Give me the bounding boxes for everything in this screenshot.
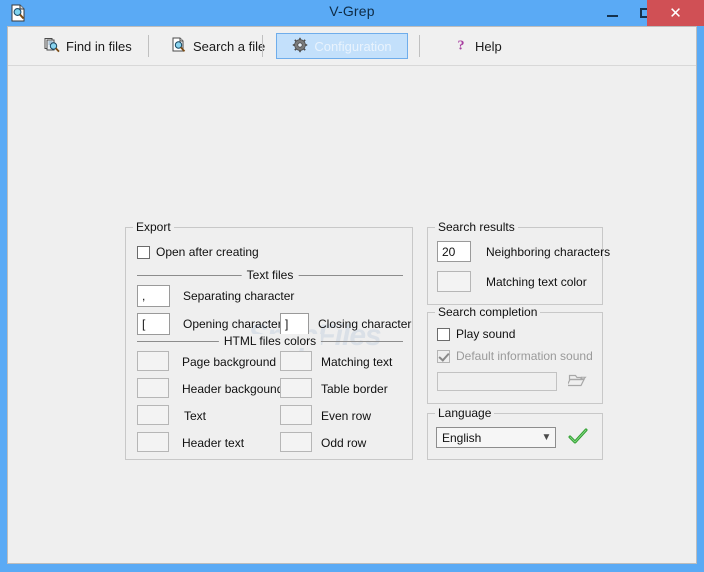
label-matching-text: Matching text (321, 355, 393, 369)
label-opening-character: Opening character (183, 317, 282, 331)
color-swatch-odd-row[interactable] (280, 432, 312, 452)
color-swatch-text[interactable] (137, 405, 169, 425)
group-search-results: Search results 20 Neighboring characters… (427, 220, 610, 305)
checkbox-default-information-sound: Default information sound (437, 349, 593, 363)
input-neighboring-characters[interactable]: 20 (437, 241, 471, 262)
group-title-search-completion: Search completion (435, 305, 541, 319)
label-odd-row: Odd row (321, 436, 367, 450)
color-swatch-header-background[interactable] (137, 378, 169, 398)
checkbox-open-after-creating[interactable]: Open after creating (137, 245, 259, 259)
checkbox-play-sound[interactable]: Play sound (437, 327, 515, 341)
caption-html-colors: HTML files colors (218, 334, 322, 348)
checkbox-box-play-sound (437, 327, 450, 341)
close-icon: ✕ (669, 4, 682, 22)
input-closing-character[interactable]: ] (280, 313, 309, 335)
label-header-text: Header text (182, 436, 245, 450)
label-table-border: Table border (321, 382, 388, 396)
green-check-icon[interactable] (568, 428, 588, 446)
input-separating-character[interactable]: , (137, 285, 170, 307)
group-title-language: Language (435, 406, 495, 420)
group-title-search-results: Search results (435, 220, 518, 234)
toolbar-divider-1 (148, 35, 149, 57)
toolbar-label-find-in-files: Find in files (66, 38, 132, 54)
minimize-icon (607, 15, 618, 17)
color-swatch-matching-text-color[interactable] (437, 271, 471, 292)
toolbar-divider-2 (262, 35, 263, 57)
toolbar-button-search-a-file[interactable]: Search a file (163, 33, 273, 59)
group-title-export: Export (133, 220, 174, 234)
label-separating-character: Separating character (183, 289, 295, 303)
color-swatch-even-row[interactable] (280, 405, 312, 425)
toolbar-label-search-a-file: Search a file (193, 38, 266, 54)
select-language[interactable]: English ▼ (436, 427, 556, 448)
toolbar-label-help: Help (475, 38, 502, 54)
question-mark-icon: ? (453, 37, 469, 56)
label-text: Text (184, 409, 207, 423)
search-file-icon (171, 37, 187, 56)
toolbar-label-configuration: Configuration (314, 38, 392, 54)
application-window: V-Grep ✕ Find in files Search a file Con… (0, 0, 704, 572)
color-swatch-page-background[interactable] (137, 351, 169, 371)
label-page-background: Page background (182, 355, 277, 369)
color-swatch-header-text[interactable] (137, 432, 169, 452)
group-export: Export Open after creating Text files , … (125, 220, 413, 460)
close-button[interactable]: ✕ (647, 0, 704, 26)
checkbox-label-play-sound: Play sound (456, 327, 516, 341)
checkbox-box-open-after-creating (137, 245, 150, 259)
checkbox-label-default-information-sound: Default information sound (456, 349, 593, 363)
input-sound-path (437, 372, 557, 391)
color-swatch-table-border[interactable] (280, 378, 312, 398)
toolbar: Find in files Search a file Configuratio… (8, 27, 696, 66)
label-neighboring-characters: Neighboring characters (486, 245, 611, 259)
caption-text-files: Text files (241, 268, 299, 282)
checkbox-box-default-information-sound (437, 349, 450, 363)
chevron-down-icon: ▼ (541, 432, 552, 443)
input-opening-character[interactable]: [ (137, 313, 170, 335)
toolbar-divider-3 (419, 35, 420, 57)
toolbar-button-configuration[interactable]: Configuration (276, 33, 408, 59)
client-area: Find in files Search a file Configuratio… (7, 26, 697, 564)
label-matching-text-color: Matching text color (486, 275, 587, 289)
minimize-button[interactable] (596, 0, 629, 26)
color-swatch-matching-text[interactable] (280, 351, 312, 371)
label-closing-character: Closing character (318, 317, 412, 331)
label-header-background: Header backgound (182, 382, 284, 396)
toolbar-button-find-in-files[interactable]: Find in files (36, 33, 140, 59)
select-language-value: English (442, 430, 482, 445)
label-even-row: Even row (321, 409, 372, 423)
title-bar: V-Grep ✕ (0, 0, 704, 26)
gear-icon (292, 37, 308, 56)
open-folder-icon (566, 372, 588, 389)
toolbar-button-help[interactable]: ? Help (445, 33, 510, 59)
find-in-files-icon (44, 37, 60, 56)
checkbox-label-open-after-creating: Open after creating (156, 245, 259, 259)
svg-text:?: ? (458, 38, 465, 53)
